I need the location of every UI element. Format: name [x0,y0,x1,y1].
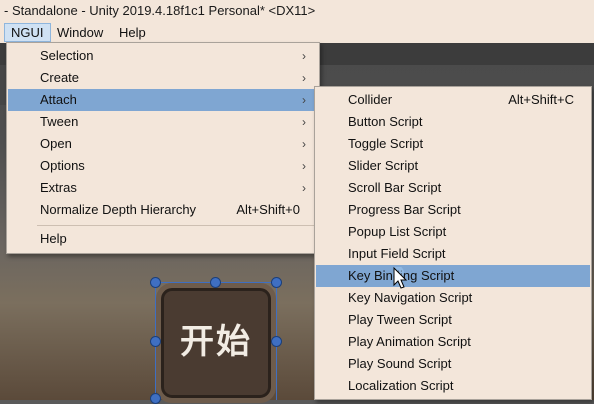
menu-item-toggle-script[interactable]: Toggle Script [316,133,590,155]
menu-item-tween[interactable]: Tween › [8,111,318,133]
menu-item-extras[interactable]: Extras › [8,177,318,199]
menu-item-open[interactable]: Open › [8,133,318,155]
chevron-right-icon: › [302,49,306,63]
menu-item-options[interactable]: Options › [8,155,318,177]
chevron-right-icon: › [302,159,306,173]
menu-item-create[interactable]: Create › [8,67,318,89]
chevron-right-icon: › [302,181,306,195]
menu-item-collider[interactable]: Collider Alt+Shift+C [316,89,590,111]
resize-handle-top-left[interactable] [150,277,161,288]
start-button-sprite[interactable]: 开始 [156,283,276,403]
window-title: - Standalone - Unity 2019.4.18f1c1 Perso… [4,3,316,18]
menu-help[interactable]: Help [113,23,152,42]
menu-item-selection[interactable]: Selection › [8,45,318,67]
menu-item-play-sound-script[interactable]: Play Sound Script [316,353,590,375]
resize-handle-bottom-left[interactable] [150,393,161,404]
resize-handle-left[interactable] [150,336,161,347]
shortcut-label: Alt+Shift+0 [236,202,300,217]
menu-item-key-navigation-script[interactable]: Key Navigation Script [316,287,590,309]
menu-item-play-animation-script[interactable]: Play Animation Script [316,331,590,353]
chevron-right-icon: › [302,137,306,151]
menu-item-normalize-depth[interactable]: Normalize Depth Hierarchy Alt+Shift+0 [8,199,318,221]
chevron-right-icon: › [302,115,306,129]
mouse-pointer-icon [393,267,408,289]
window-title-bar: - Standalone - Unity 2019.4.18f1c1 Perso… [0,0,594,22]
start-button-label: 开始 [180,322,252,362]
menu-item-scroll-bar-script[interactable]: Scroll Bar Script [316,177,590,199]
attach-submenu: Collider Alt+Shift+C Button Script Toggl… [314,86,592,400]
menu-item-popup-list-script[interactable]: Popup List Script [316,221,590,243]
shortcut-label: Alt+Shift+C [508,92,574,107]
menu-item-localization-script[interactable]: Localization Script [316,375,590,397]
menu-item-slider-script[interactable]: Slider Script [316,155,590,177]
menu-item-attach[interactable]: Attach › [8,89,318,111]
resize-handle-right[interactable] [271,336,282,347]
menu-bar: NGUI Window Help [0,22,594,43]
menu-ngui[interactable]: NGUI [4,23,51,42]
resize-handle-top[interactable] [210,277,221,288]
ngui-menu: Selection › Create › Attach › Tween › Op… [6,42,320,254]
menu-item-play-tween-script[interactable]: Play Tween Script [316,309,590,331]
menu-item-progress-bar-script[interactable]: Progress Bar Script [316,199,590,221]
chevron-right-icon: › [302,93,306,107]
menu-window[interactable]: Window [51,23,109,42]
menu-item-help[interactable]: Help [8,228,318,250]
resize-handle-top-right[interactable] [271,277,282,288]
menu-separator [37,225,317,226]
menu-item-input-field-script[interactable]: Input Field Script [316,243,590,265]
menu-item-key-binding-script[interactable]: Key Binding Script [316,265,590,287]
chevron-right-icon: › [302,71,306,85]
menu-item-button-script[interactable]: Button Script [316,111,590,133]
